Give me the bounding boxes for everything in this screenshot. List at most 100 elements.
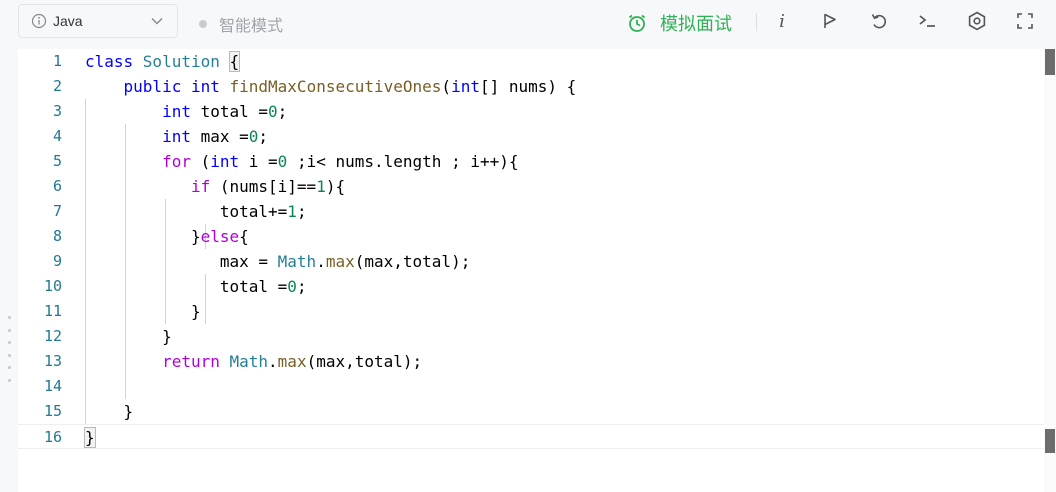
console-icon[interactable] xyxy=(918,11,938,31)
line-number: 11 xyxy=(43,302,62,320)
code-token: (nums[i]== xyxy=(219,177,317,196)
code-token: class xyxy=(85,52,143,71)
code-line[interactable]: 1 class Solution { xyxy=(18,49,1044,74)
language-label: Java xyxy=(53,13,83,29)
line-number: 4 xyxy=(52,127,62,145)
line-number: 6 xyxy=(52,177,62,195)
code-token: } xyxy=(85,327,172,346)
code-token: ( xyxy=(441,77,452,96)
code-line[interactable]: 10 total =0; xyxy=(18,274,1044,299)
line-number: 12 xyxy=(43,327,62,345)
code-token: total = xyxy=(85,277,288,296)
settings-icon[interactable] xyxy=(967,11,987,31)
code-token: 1 xyxy=(287,202,297,221)
code-line[interactable]: 16} xyxy=(18,424,1044,449)
chevron-down-icon xyxy=(151,17,163,25)
reset-icon[interactable] xyxy=(869,11,889,31)
mock-interview-label: 模拟面试 xyxy=(660,14,732,35)
code-token: i = xyxy=(248,152,278,171)
code-text: } xyxy=(84,425,96,450)
code-token: ; xyxy=(296,277,307,296)
smart-mode-toggle[interactable]: 智能模式 xyxy=(199,12,283,36)
smart-mode-label: 智能模式 xyxy=(219,16,284,35)
code-line[interactable]: 14 xyxy=(18,374,1044,399)
smart-mode-status-dot xyxy=(199,20,207,28)
line-number: 3 xyxy=(52,102,62,120)
matching-brace-highlight: } xyxy=(84,427,96,448)
code-token: ; xyxy=(258,127,269,146)
code-token: int xyxy=(190,77,230,96)
code-token: 1 xyxy=(316,177,326,196)
code-text: total+=1; xyxy=(85,199,307,224)
code-token: 0 xyxy=(287,277,297,296)
code-line[interactable]: 8 }else{ xyxy=(18,224,1044,249)
code-token: int xyxy=(85,102,201,121)
code-text: int max =0; xyxy=(85,124,268,149)
editor-toolbar: Java 智能模式 模拟面试 i xyxy=(0,0,1056,44)
line-number: 13 xyxy=(43,352,62,370)
info-circle-icon xyxy=(31,13,47,29)
code-token: max = xyxy=(85,252,278,271)
run-icon[interactable] xyxy=(820,11,840,31)
code-token: total+= xyxy=(85,202,288,221)
code-token: { xyxy=(239,227,249,246)
code-token: return xyxy=(85,352,230,371)
code-line[interactable]: 3 int total =0; xyxy=(18,99,1044,124)
code-editor[interactable]: 1 class Solution {2 public int findMaxCon… xyxy=(18,49,1056,492)
info-icon[interactable]: i xyxy=(772,11,792,32)
code-token: } xyxy=(85,302,201,321)
code-token: for xyxy=(85,152,201,171)
language-select[interactable]: Java xyxy=(18,4,178,38)
code-text: }else{ xyxy=(85,224,249,249)
code-token: int xyxy=(210,152,249,171)
fullscreen-icon[interactable] xyxy=(1015,11,1035,31)
panel-resize-handle[interactable] xyxy=(7,316,11,382)
code-line[interactable]: 2 public int findMaxConsecutiveOnes(int[… xyxy=(18,74,1044,99)
alarm-clock-icon xyxy=(627,13,647,33)
code-text: } xyxy=(85,299,201,324)
code-text: total =0; xyxy=(85,274,307,299)
line-number: 15 xyxy=(43,402,62,420)
line-number: 14 xyxy=(43,377,62,395)
code-token: max = xyxy=(200,127,249,146)
code-line[interactable]: 4 int max =0; xyxy=(18,124,1044,149)
code-token: ( xyxy=(200,152,211,171)
code-token: ;i< nums.length ; i++){ xyxy=(287,152,519,171)
code-token: total = xyxy=(200,102,269,121)
code-token: ){ xyxy=(325,177,346,196)
code-token: } xyxy=(84,427,96,448)
code-line[interactable]: 12 } xyxy=(18,324,1044,349)
code-text: public int findMaxConsecutiveOnes(int[] … xyxy=(85,74,577,99)
code-line[interactable]: 6 if (nums[i]==1){ xyxy=(18,174,1044,199)
line-number: 16 xyxy=(43,428,62,446)
code-line[interactable]: 13 return Math.max(max,total); xyxy=(18,349,1044,374)
code-line[interactable]: 7 total+=1; xyxy=(18,199,1044,224)
code-text: } xyxy=(85,324,172,349)
code-token: Math xyxy=(277,252,317,271)
code-token: Solution xyxy=(142,52,220,71)
scrollbar-cursor-marker xyxy=(1045,429,1055,453)
code-token: ; xyxy=(277,102,288,121)
code-line[interactable]: 11 } xyxy=(18,299,1044,324)
code-token: } xyxy=(85,402,134,421)
code-token: (max,total); xyxy=(354,252,471,271)
code-token: int xyxy=(85,127,201,146)
line-number: 10 xyxy=(43,277,62,295)
code-token: max xyxy=(325,252,355,271)
code-text: } xyxy=(85,399,134,424)
code-line[interactable]: 5 for (int i =0 ;i< nums.length ; i++){ xyxy=(18,149,1044,174)
code-token: findMaxConsecutiveOnes xyxy=(229,77,442,96)
matching-brace-highlight: { xyxy=(228,51,241,72)
mock-interview-button[interactable]: 模拟面试 xyxy=(627,10,732,36)
code-token: 0 xyxy=(277,152,288,171)
code-token: (max,total); xyxy=(306,352,423,371)
code-token: ; xyxy=(296,202,307,221)
code-token: { xyxy=(220,51,241,72)
code-line[interactable]: 9 max = Math.max(max,total); xyxy=(18,249,1044,274)
scrollbar-thumb[interactable] xyxy=(1045,49,1055,75)
code-text: max = Math.max(max,total); xyxy=(85,249,470,274)
code-token: max xyxy=(277,352,307,371)
vertical-scrollbar[interactable] xyxy=(1044,49,1056,492)
line-number: 1 xyxy=(52,52,62,70)
code-line[interactable]: 15 } xyxy=(18,399,1044,424)
